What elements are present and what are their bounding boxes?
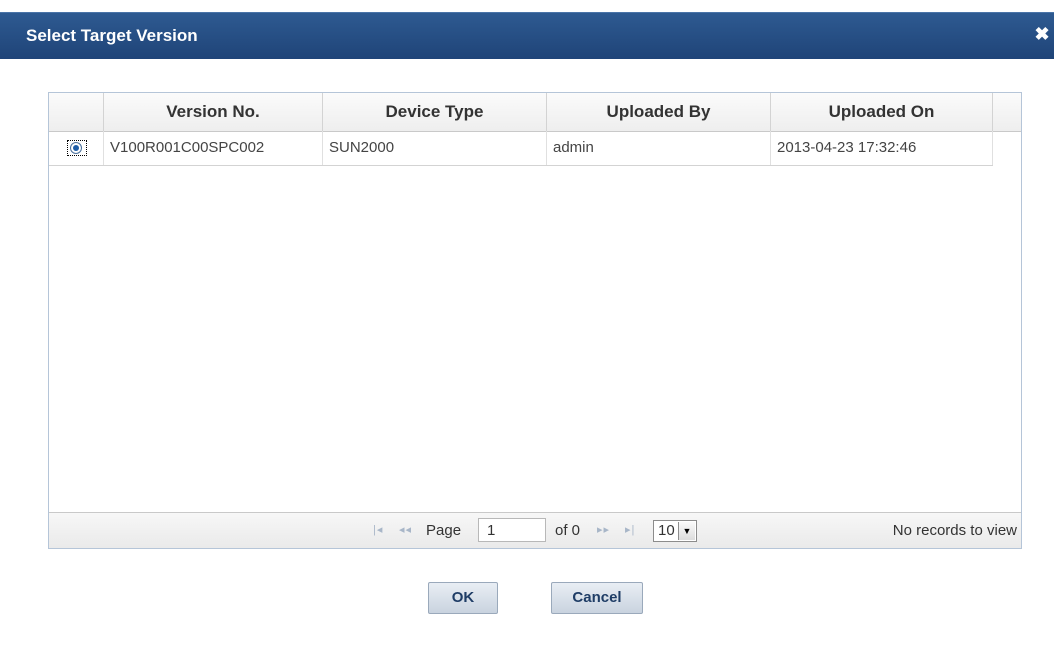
header-select-column [49,93,104,131]
page-label: Page [426,522,462,539]
cell-version-no: V100R001C00SPC002 [104,131,323,165]
header-version-no[interactable]: Version No. [104,93,323,131]
dialog-title: Select Target Version [26,26,198,45]
pager-bar: |◂ ◂◂ Page of 0 ▸▸ ▸| 10 ▼ No records to… [49,512,1021,548]
cancel-button[interactable]: Cancel [551,582,643,614]
close-icon[interactable]: ✖ [1034,24,1050,44]
first-page-icon[interactable]: |◂ [373,513,383,548]
header-device-type[interactable]: Device Type [323,93,547,131]
prev-page-icon[interactable]: ◂◂ [399,513,412,548]
next-page-icon[interactable]: ▸▸ [597,513,610,548]
cell-uploaded-by: admin [547,131,771,165]
table-row[interactable]: V100R001C00SPC002 SUN2000 admin 2013-04-… [49,131,993,166]
version-grid: Version No. Device Type Uploaded By Uplo… [48,92,1022,549]
grid-header: Version No. Device Type Uploaded By Uplo… [49,93,1021,132]
rows-per-page-value: 10 [658,522,675,539]
radio-focus-outline [67,140,87,156]
header-uploaded-by[interactable]: Uploaded By [547,93,771,131]
page-count-text: of 0 [555,522,581,539]
dialog-titlebar: Select Target Version ✖ [0,12,1054,59]
row-radio-button[interactable] [70,142,82,154]
select-cell [49,131,104,165]
cell-uploaded-on: 2013-04-23 17:32:46 [771,131,993,165]
header-uploaded-on[interactable]: Uploaded On [771,93,993,131]
records-status: No records to view [892,522,1017,539]
chevron-down-icon[interactable]: ▼ [678,522,695,540]
rows-per-page-select[interactable]: 10 ▼ [653,520,697,542]
ok-button[interactable]: OK [428,582,498,614]
last-page-icon[interactable]: ▸| [625,513,635,548]
page-number-input[interactable] [478,518,546,542]
cell-device-type: SUN2000 [323,131,547,165]
